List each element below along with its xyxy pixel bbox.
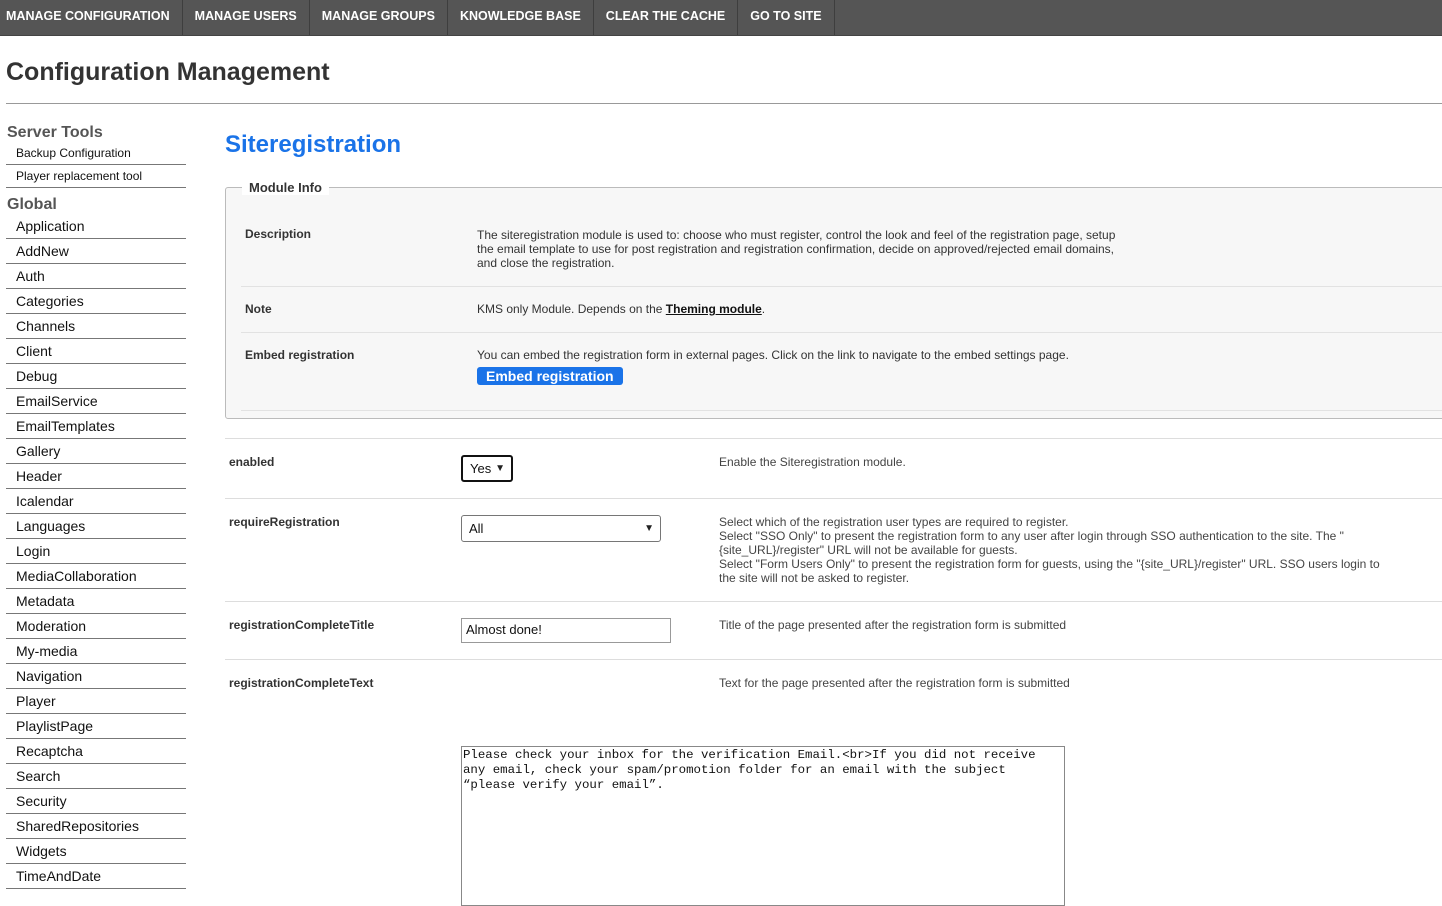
sidebar-item-emailservice[interactable]: EmailService — [6, 389, 186, 414]
enabled-select-value: Yes — [470, 461, 492, 476]
embed-text-block: You can embed the registration form in e… — [477, 348, 1197, 385]
sidebar-item-languages[interactable]: Languages — [6, 514, 186, 539]
sidebar-item-widgets[interactable]: Widgets — [6, 839, 186, 864]
sidebar-item-header[interactable]: Header — [6, 464, 186, 489]
setting-divider — [225, 498, 1442, 499]
sidebar-item-player[interactable]: Player — [6, 689, 186, 714]
sidebar-item-client[interactable]: Client — [6, 339, 186, 364]
embed-text: You can embed the registration form in e… — [477, 348, 1069, 362]
sidebar-item-application[interactable]: Application — [6, 214, 186, 239]
setting-enabled-description: Enable the Siteregistration module. — [719, 455, 906, 469]
setting-enabled-label: enabled — [229, 455, 275, 469]
sidebar-item-channels[interactable]: Channels — [6, 314, 186, 339]
nav-go-to-site[interactable]: GO TO SITE — [738, 0, 835, 35]
description-label: Description — [245, 227, 312, 241]
description-row: Description The siteregistration module … — [241, 216, 1442, 287]
top-navigation: MANAGE CONFIGURATION MANAGE USERS MANAGE… — [0, 0, 1442, 36]
sidebar: Server Tools Backup Configuration Player… — [6, 122, 186, 889]
enabled-select[interactable]: Yes ▼ — [461, 455, 513, 482]
sidebar-item-my-media[interactable]: My-media — [6, 639, 186, 664]
setting-divider — [225, 601, 1442, 602]
server-tools-heading: Server Tools — [7, 124, 103, 141]
nav-manage-groups[interactable]: MANAGE GROUPS — [310, 0, 448, 35]
sidebar-item-metadata[interactable]: Metadata — [6, 589, 186, 614]
sidebar-item-moderation[interactable]: Moderation — [6, 614, 186, 639]
description-text: The siteregistration module is used to: … — [477, 228, 1116, 270]
module-title: Siteregistration — [225, 131, 402, 158]
note-suffix: . — [761, 302, 766, 316]
module-info-legend: Module Info — [242, 180, 329, 195]
registrationcompletetitle-input[interactable]: Almost done! — [461, 618, 671, 643]
requireregistration-select-value: All — [469, 521, 484, 536]
description-line: Select "Form Users Only" to present the … — [719, 557, 1380, 585]
sidebar-item-playlistpage[interactable]: PlaylistPage — [6, 714, 186, 739]
setting-registrationcompletetitle-description: Title of the page presented after the re… — [719, 618, 1067, 632]
nav-knowledge-base[interactable]: KNOWLEDGE BASE — [448, 0, 594, 35]
requireregistration-select[interactable]: All ▼ — [461, 515, 661, 542]
sidebar-item-backup-configuration[interactable]: Backup Configuration — [6, 142, 186, 165]
sidebar-item-timeanddate[interactable]: TimeAndDate — [6, 864, 186, 889]
global-module-list: Application AddNew Auth Categories Chann… — [6, 214, 186, 889]
sidebar-item-login[interactable]: Login — [6, 539, 186, 564]
sidebar-item-categories[interactable]: Categories — [6, 289, 186, 314]
sidebar-item-search[interactable]: Search — [6, 764, 186, 789]
module-info-panel: Module Info Description The siteregistra… — [225, 180, 1442, 419]
embed-registration-button[interactable]: Embed registration — [477, 367, 623, 385]
setting-requireregistration-description: Select which of the registration user ty… — [719, 515, 1389, 585]
nav-manage-configuration[interactable]: MANAGE CONFIGURATION — [0, 0, 183, 35]
embed-label: Embed registration — [245, 348, 355, 362]
sidebar-item-gallery[interactable]: Gallery — [6, 439, 186, 464]
setting-requireregistration-label: requireRegistration — [229, 515, 340, 529]
chevron-down-icon: ▼ — [644, 523, 654, 534]
description-line: Select "SSO Only" to present the registr… — [719, 529, 1344, 557]
setting-divider — [225, 438, 1442, 439]
setting-divider — [225, 659, 1442, 660]
sidebar-item-sharedrepositories[interactable]: SharedRepositories — [6, 814, 186, 839]
setting-registrationcompletetext-label: registrationCompleteText — [229, 676, 374, 690]
sidebar-item-security[interactable]: Security — [6, 789, 186, 814]
global-heading: Global — [7, 196, 57, 213]
title-divider — [6, 103, 1442, 104]
description-line: Select which of the registration user ty… — [719, 515, 1069, 529]
page-title: Configuration Management — [6, 58, 330, 86]
sidebar-item-player-replacement-tool[interactable]: Player replacement tool — [6, 165, 186, 188]
sidebar-item-navigation[interactable]: Navigation — [6, 664, 186, 689]
sidebar-item-recaptcha[interactable]: Recaptcha — [6, 739, 186, 764]
sidebar-item-emailtemplates[interactable]: EmailTemplates — [6, 414, 186, 439]
nav-manage-users[interactable]: MANAGE USERS — [183, 0, 310, 35]
sidebar-item-icalendar[interactable]: Icalendar — [6, 489, 186, 514]
server-tools-list: Backup Configuration Player replacement … — [6, 142, 186, 188]
sidebar-item-debug[interactable]: Debug — [6, 364, 186, 389]
nav-clear-cache[interactable]: CLEAR THE CACHE — [594, 0, 739, 35]
embed-row: Embed registration You can embed the reg… — [241, 332, 1442, 411]
note-label: Note — [245, 302, 272, 316]
registrationcompletetext-textarea[interactable]: Please check your inbox for the verifica… — [461, 746, 1065, 906]
sidebar-item-addnew[interactable]: AddNew — [6, 239, 186, 264]
chevron-down-icon: ▼ — [495, 463, 505, 474]
note-text: KMS only Module. Depends on the Theming … — [477, 302, 1117, 316]
setting-registrationcompletetext-description: Text for the page presented after the re… — [719, 676, 1070, 690]
sidebar-item-auth[interactable]: Auth — [6, 264, 186, 289]
note-prefix: KMS only Module. Depends on the — [477, 302, 666, 316]
theming-module-link[interactable]: Theming module — [666, 302, 762, 316]
note-row: Note KMS only Module. Depends on the The… — [241, 286, 1442, 333]
sidebar-item-mediacollaboration[interactable]: MediaCollaboration — [6, 564, 186, 589]
setting-registrationcompletetitle-label: registrationCompleteTitle — [229, 618, 375, 632]
